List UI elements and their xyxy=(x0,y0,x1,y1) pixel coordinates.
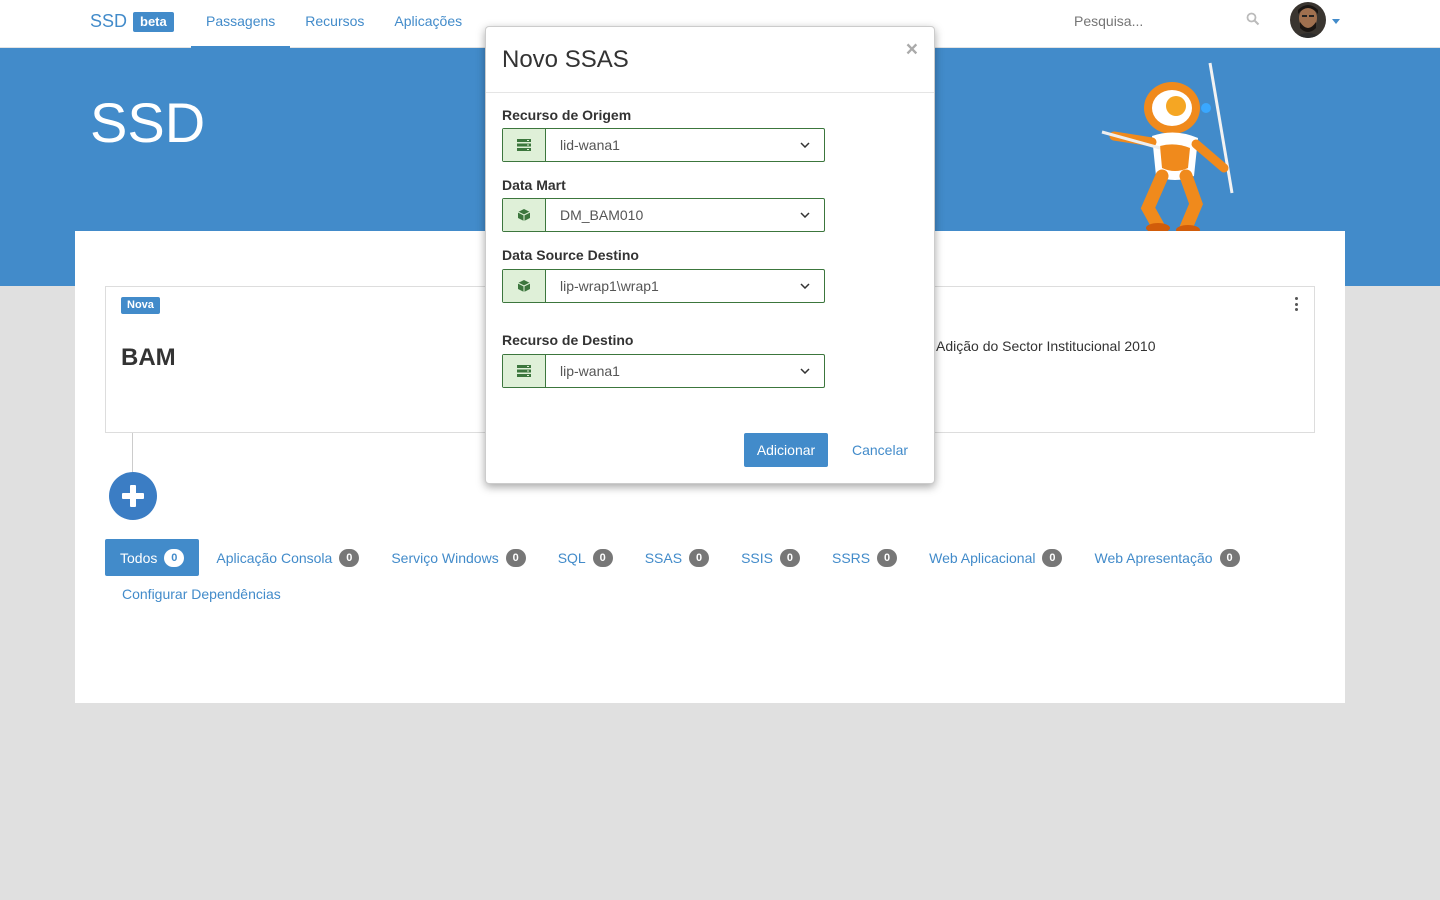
field-label-recurso-destino: Recurso de Destino xyxy=(502,332,634,348)
recurso-origem-select[interactable]: lid-wana1 xyxy=(502,128,825,162)
tab-label: Serviço Windows xyxy=(391,549,499,566)
tab-label: Web Apresentação xyxy=(1094,549,1213,566)
nav-link-aplicacoes[interactable]: Aplicações xyxy=(379,0,477,48)
chevron-down-icon xyxy=(800,368,810,374)
connector-line xyxy=(132,433,133,475)
server-icon xyxy=(503,129,546,161)
tab-sql[interactable]: SQL 0 xyxy=(543,539,628,576)
tab-count: 0 xyxy=(877,548,898,567)
tab-count: 0 xyxy=(592,548,613,567)
nav-link-recursos[interactable]: Recursos xyxy=(290,0,379,48)
server-icon xyxy=(503,355,546,387)
avatar[interactable] xyxy=(1290,2,1326,38)
tab-count: 0 xyxy=(779,548,800,567)
tab-label: SSIS xyxy=(741,549,773,566)
cancelar-button[interactable]: Cancelar xyxy=(838,433,922,467)
adicionar-button[interactable]: Adicionar xyxy=(744,433,828,467)
plus-icon xyxy=(122,485,144,507)
tab-count: 0 xyxy=(164,548,185,567)
cube-icon xyxy=(503,199,546,231)
tab-web-aplicacional[interactable]: Web Aplicacional 0 xyxy=(914,539,1077,576)
tab-label: SQL xyxy=(557,549,586,566)
select-value[interactable]: lid-wana1 xyxy=(546,129,824,161)
selected-value: lip-wana1 xyxy=(560,363,620,379)
card-description: Adição do Sector Institucional 2010 xyxy=(936,338,1156,354)
data-source-destino-select[interactable]: lip-wrap1\wrap1 xyxy=(502,269,825,303)
kebab-menu-icon[interactable] xyxy=(1293,297,1299,311)
field-label-recurso-origem: Recurso de Origem xyxy=(502,107,632,123)
selected-value: lid-wana1 xyxy=(560,137,620,153)
robot-mascot-icon xyxy=(1100,58,1250,235)
tab-web-apresentacao[interactable]: Web Apresentação 0 xyxy=(1079,539,1254,576)
tab-count: 0 xyxy=(1042,548,1063,567)
tab-ssas[interactable]: SSAS 0 xyxy=(630,539,724,576)
search-box xyxy=(1068,8,1268,34)
tab-label: Todos xyxy=(120,549,158,566)
chevron-down-icon xyxy=(800,283,810,289)
field-label-data-mart: Data Mart xyxy=(502,177,566,193)
chevron-down-icon xyxy=(800,142,810,148)
chevron-down-icon xyxy=(800,212,810,218)
tab-count: 0 xyxy=(339,548,360,567)
tab-ssis[interactable]: SSIS 0 xyxy=(726,539,815,576)
tab-count: 0 xyxy=(505,548,526,567)
tab-label: SSRS xyxy=(831,549,871,566)
modal-header: Novo SSAS × xyxy=(486,27,934,93)
novo-ssas-modal: Novo SSAS × Recurso de Origem lid-wana1 … xyxy=(485,26,935,484)
tab-servico-windows[interactable]: Serviço Windows 0 xyxy=(376,539,540,576)
tab-label: Aplicação Consola xyxy=(216,549,333,566)
modal-title: Novo SSAS xyxy=(502,46,629,73)
selected-value: lip-wrap1\wrap1 xyxy=(560,278,659,294)
tab-todos[interactable]: Todos 0 xyxy=(105,539,200,576)
brand-name[interactable]: SSD xyxy=(90,11,127,32)
nav-link-passagens[interactable]: Passagens xyxy=(191,0,291,48)
beta-badge: beta xyxy=(133,11,174,32)
select-value[interactable]: DM_BAM010 xyxy=(546,199,824,231)
select-value[interactable]: lip-wrap1\wrap1 xyxy=(546,270,824,302)
add-button[interactable] xyxy=(109,472,157,520)
configure-dependencies-link[interactable]: Configurar Dependências xyxy=(122,586,281,602)
status-badge: Nova xyxy=(121,297,160,314)
search-input[interactable] xyxy=(1068,8,1268,34)
tab-label: Web Aplicacional xyxy=(929,549,1036,566)
tab-label: SSAS xyxy=(644,549,683,566)
nav-links: Passagens Recursos Aplicações xyxy=(191,0,477,48)
selected-value: DM_BAM010 xyxy=(560,207,644,223)
tab-ssrs[interactable]: SSRS 0 xyxy=(817,539,912,576)
type-tabs: Todos 0 Aplicação Consola 0 Serviço Window… xyxy=(105,539,1257,576)
recurso-destino-select[interactable]: lip-wana1 xyxy=(502,354,825,388)
tab-aplicacao-consola[interactable]: Aplicação Consola 0 xyxy=(201,539,374,576)
field-label-data-source-destino: Data Source Destino xyxy=(502,247,639,263)
cube-icon xyxy=(503,270,546,302)
tab-count: 0 xyxy=(1219,548,1240,567)
card-title: BAM xyxy=(121,344,176,371)
tab-count: 0 xyxy=(689,548,710,567)
brand[interactable]: SSD beta xyxy=(90,11,174,32)
close-icon[interactable]: × xyxy=(906,39,918,60)
search-icon[interactable] xyxy=(1246,12,1260,31)
caret-down-icon[interactable] xyxy=(1332,19,1340,24)
data-mart-select[interactable]: DM_BAM010 xyxy=(502,198,825,232)
select-value[interactable]: lip-wana1 xyxy=(546,355,824,387)
hero-title: SSD xyxy=(90,91,206,154)
